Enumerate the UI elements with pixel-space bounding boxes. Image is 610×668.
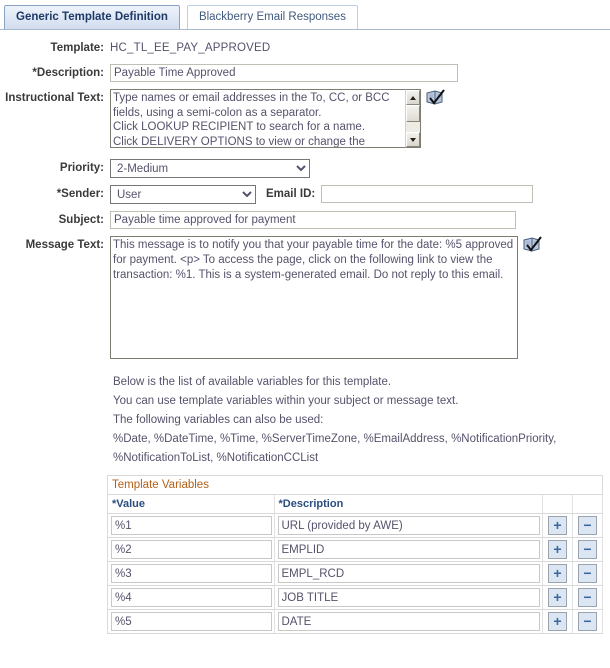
description-input[interactable] xyxy=(110,64,458,82)
scrollbar-track[interactable] xyxy=(406,105,420,132)
variable-description-input[interactable] xyxy=(277,612,540,631)
cell-add: + xyxy=(542,561,573,586)
cell-add: + xyxy=(542,609,573,634)
info-line: %Date, %DateTime, %Time, %ServerTimeZone… xyxy=(113,433,557,445)
available-variables-info: Below is the list of available variables… xyxy=(113,373,610,468)
add-row-button[interactable]: + xyxy=(548,540,567,559)
delete-row-button[interactable]: − xyxy=(578,516,597,535)
cell-value xyxy=(108,561,275,586)
priority-label: Priority: xyxy=(59,162,104,174)
description-label: *Description: xyxy=(32,67,104,79)
cell-value xyxy=(108,513,275,538)
cell-add: + xyxy=(542,585,573,610)
message-text-textarea[interactable]: This message is to notify you that your … xyxy=(110,236,518,359)
message-text-label: Message Text: xyxy=(25,239,104,251)
cell-delete: − xyxy=(572,561,603,586)
tab-blackberry-email-responses[interactable]: Blackberry Email Responses xyxy=(186,5,358,29)
instructional-text-label: Instructional Text: xyxy=(5,92,104,104)
grid-title: Template Variables xyxy=(108,476,602,495)
cell-add: + xyxy=(542,537,573,562)
info-line: You can use template variables within yo… xyxy=(113,395,459,407)
spell-check-icon[interactable] xyxy=(522,236,542,254)
field-row-message-text: Message Text: This message is to notify … xyxy=(0,236,610,359)
cell-add: + xyxy=(542,513,573,538)
field-row-priority: Priority: 2-Medium xyxy=(0,159,610,178)
field-row-template: Template: HC_TL_EE_PAY_APPROVED xyxy=(0,39,610,57)
table-row: + − xyxy=(108,585,603,610)
cell-delete: − xyxy=(572,585,603,610)
add-row-button[interactable]: + xyxy=(548,516,567,535)
variable-description-input[interactable] xyxy=(277,588,540,607)
info-line: The following variables can also be used… xyxy=(113,414,324,426)
cell-delete: − xyxy=(572,537,603,562)
field-row-sender: *Sender: User Email ID: xyxy=(0,185,610,204)
cell-description xyxy=(274,537,543,562)
cell-description xyxy=(274,513,543,538)
column-header-delete xyxy=(572,495,603,514)
variable-value-input[interactable] xyxy=(111,612,272,631)
tab-generic-template-definition[interactable]: Generic Template Definition xyxy=(4,5,180,29)
priority-select[interactable]: 2-Medium xyxy=(110,159,310,178)
info-line: Below is the list of available variables… xyxy=(113,376,392,388)
variable-description-input[interactable] xyxy=(277,516,540,535)
column-header-value: *Value xyxy=(108,495,275,514)
variable-value-input[interactable] xyxy=(111,588,272,607)
column-header-description: *Description xyxy=(274,495,543,514)
scroll-up-icon[interactable] xyxy=(406,90,420,105)
template-definition-form: Template: HC_TL_EE_PAY_APPROVED *Descrip… xyxy=(0,30,610,359)
field-row-subject: Subject: xyxy=(0,211,610,229)
scroll-down-icon[interactable] xyxy=(406,132,420,147)
add-row-button[interactable]: + xyxy=(548,564,567,583)
delete-row-button[interactable]: − xyxy=(578,612,597,631)
table-row: + − xyxy=(108,609,603,634)
column-header-add xyxy=(542,495,573,514)
cell-value xyxy=(108,537,275,562)
field-row-description: *Description: xyxy=(0,64,610,82)
variable-description-input[interactable] xyxy=(277,564,540,583)
cell-value xyxy=(108,585,275,610)
subject-label: Subject: xyxy=(58,214,104,226)
table-row: + − xyxy=(108,537,603,562)
instructional-text-scrollbar[interactable] xyxy=(405,89,421,148)
delete-row-button[interactable]: − xyxy=(578,588,597,607)
table-row: + − xyxy=(108,513,603,538)
cell-description xyxy=(274,585,543,610)
template-label: Template: xyxy=(50,42,104,54)
field-row-instructional-text: Instructional Text: Type names or email … xyxy=(0,89,610,148)
email-id-label: Email ID: xyxy=(266,188,316,200)
add-row-button[interactable]: + xyxy=(548,612,567,631)
info-line: %NotificationToList, %NotificationCCList xyxy=(113,452,319,464)
sender-select[interactable]: User xyxy=(110,185,256,204)
tab-label: Blackberry Email Responses xyxy=(198,11,346,23)
tab-label: Generic Template Definition xyxy=(16,11,168,23)
variable-description-input[interactable] xyxy=(277,540,540,559)
table-header-row: *Value *Description xyxy=(108,495,603,514)
cell-description xyxy=(274,609,543,634)
template-variables-grid: Template Variables *Value *Description %… xyxy=(107,475,603,634)
instructional-text-group: Type names or email addresses in the To,… xyxy=(110,89,445,148)
add-row-button[interactable]: + xyxy=(548,588,567,607)
email-id-input[interactable] xyxy=(321,185,534,203)
cell-value xyxy=(108,609,275,634)
variable-value-input[interactable] xyxy=(111,516,272,535)
cell-delete: − xyxy=(572,609,603,634)
subject-input[interactable] xyxy=(110,211,516,229)
cell-description xyxy=(274,561,543,586)
delete-row-button[interactable]: − xyxy=(578,564,597,583)
spell-check-icon[interactable] xyxy=(425,89,445,107)
cell-delete: − xyxy=(572,513,603,538)
sender-label: *Sender: xyxy=(56,188,104,200)
delete-row-button[interactable]: − xyxy=(578,540,597,559)
tab-strip: Generic Template Definition Blackberry E… xyxy=(0,0,610,30)
variable-value-input[interactable] xyxy=(111,564,272,583)
template-value: HC_TL_EE_PAY_APPROVED xyxy=(110,42,271,54)
variable-value-input[interactable] xyxy=(111,540,272,559)
table-row: + − xyxy=(108,561,603,586)
message-text-group: This message is to notify you that your … xyxy=(110,236,542,359)
scrollbar-thumb[interactable] xyxy=(406,105,420,122)
template-variables-table: *Value *Description + − xyxy=(108,495,603,634)
instructional-text-textarea[interactable]: Type names or email addresses in the To,… xyxy=(110,89,405,148)
